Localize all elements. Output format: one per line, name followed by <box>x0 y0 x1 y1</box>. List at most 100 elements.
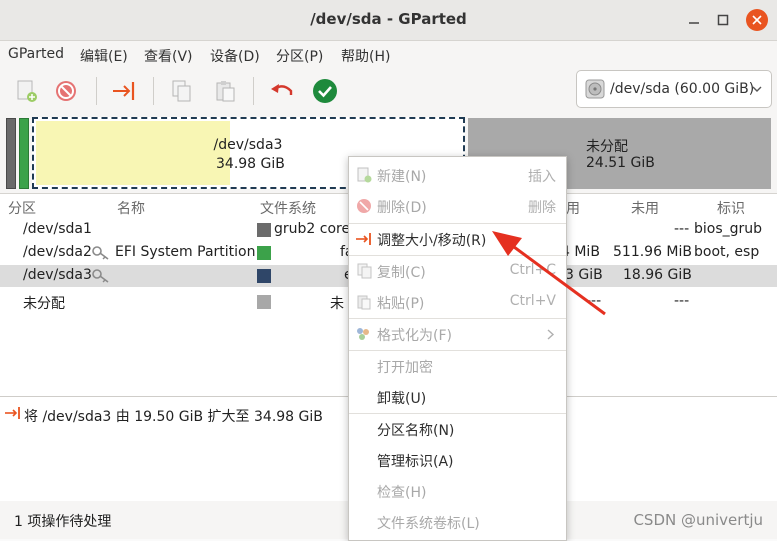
maximize-icon <box>717 14 729 26</box>
cell-partition: /dev/sda3 <box>23 267 92 283</box>
key-icon <box>92 269 109 283</box>
cell-unused: --- <box>674 293 690 309</box>
copy-icon <box>172 80 191 102</box>
new-partition-button[interactable] <box>12 78 40 104</box>
copy-icon <box>357 263 372 279</box>
menu-item-label: 管理标识(A) <box>377 454 454 470</box>
delete-icon <box>56 81 76 101</box>
sda3-name: /dev/sda3 <box>213 137 283 153</box>
menu-partition[interactable]: 分区(P) <box>276 46 323 66</box>
sda3-size: 34.98 GiB <box>216 156 285 172</box>
toolbar-separator <box>153 77 154 105</box>
new-partition-icon <box>357 167 372 183</box>
key-icon <box>92 246 109 260</box>
device-label: /dev/sda (60.00 GiB) <box>610 81 755 97</box>
partition-block-sda1[interactable] <box>6 118 16 189</box>
fs-color-swatch <box>257 246 271 260</box>
menu-bar: GParted 编辑(E) 查看(V) 设备(D) 分区(P) 帮助(H) <box>0 41 777 69</box>
format-icon <box>357 328 369 340</box>
delete-button[interactable] <box>52 78 80 104</box>
close-icon <box>752 15 762 25</box>
menu-item-check[interactable]: 检查(H) <box>349 476 566 506</box>
menu-item-label: 打开加密 <box>377 360 433 376</box>
menu-item-open-encryption[interactable]: 打开加密 <box>349 351 566 381</box>
new-partition-icon <box>17 80 37 102</box>
cell-filesystem: grub2 core. <box>274 221 355 237</box>
menu-item-accelerator: 删除 <box>528 200 556 216</box>
cell-filesystem: 未 <box>330 296 344 312</box>
menu-item-label: 分区名称(N) <box>377 423 455 439</box>
menu-item-label: 新建(N) <box>377 169 427 185</box>
paste-icon <box>216 81 235 102</box>
menu-item-format-as[interactable]: 格式化为(F) <box>349 319 566 349</box>
menu-item-accelerator: 插入 <box>528 169 556 185</box>
paste-button[interactable] <box>211 78 239 104</box>
chevron-right-icon <box>547 329 555 340</box>
menu-item-label: 复制(C) <box>377 265 426 281</box>
menu-item-filesystem-label[interactable]: 文件系统卷标(L) <box>349 507 566 537</box>
unallocated-size: 24.51 GiB <box>586 155 655 171</box>
resize-move-icon <box>113 82 135 100</box>
fs-color-swatch <box>257 269 271 283</box>
cell-flags: boot, esp <box>694 244 760 260</box>
delete-icon <box>357 199 371 213</box>
cell-name: EFI System Partition <box>115 244 256 260</box>
apply-icon <box>313 79 337 103</box>
title-bar: /dev/sda - GParted <box>0 0 777 41</box>
menu-gparted[interactable]: GParted <box>8 46 64 62</box>
apply-button[interactable] <box>311 78 339 104</box>
watermark-text: CSDN @univertju <box>633 511 763 529</box>
paste-icon <box>357 295 371 310</box>
disk-drive-icon <box>585 79 605 99</box>
menu-item-new[interactable]: 新建(N) 插入 <box>349 160 566 190</box>
menu-edit[interactable]: 编辑(E) <box>80 46 128 66</box>
toolbar-separator <box>96 77 97 105</box>
menu-device[interactable]: 设备(D) <box>210 46 260 66</box>
device-selector[interactable]: /dev/sda (60.00 GiB) <box>576 70 772 108</box>
menu-item-label: 文件系统卷标(L) <box>377 516 480 532</box>
column-header-used[interactable]: 用 <box>566 198 580 218</box>
resize-move-icon <box>5 407 20 419</box>
cell-partition: 未分配 <box>23 296 65 312</box>
unallocated-name: 未分配 <box>586 139 628 155</box>
context-menu: 新建(N) 插入 删除(D) 删除 调整大小/移动(R) 复制(C) Ctrl+… <box>348 156 567 541</box>
menu-item-unmount[interactable]: 卸载(U) <box>349 382 566 412</box>
menu-item-label: 格式化为(F) <box>377 328 452 344</box>
fs-color-swatch <box>257 223 271 237</box>
chevron-down-icon <box>752 86 762 92</box>
menu-item-delete[interactable]: 删除(D) 删除 <box>349 191 566 221</box>
menu-item-label: 卸载(U) <box>377 391 427 407</box>
menu-item-label: 检查(H) <box>377 485 427 501</box>
menu-item-partition-name[interactable]: 分区名称(N) <box>349 414 566 444</box>
cell-unused: 18.96 GiB <box>623 267 692 283</box>
cell-unused: 511.96 MiB <box>613 244 693 260</box>
close-button[interactable] <box>746 9 768 31</box>
cell-partition: /dev/sda1 <box>23 221 92 237</box>
column-header-partition[interactable]: 分区 <box>8 198 36 218</box>
column-header-filesystem[interactable]: 文件系统 <box>260 198 316 218</box>
menu-item-label: 粘贴(P) <box>377 296 425 312</box>
operation-item[interactable]: 将 /dev/sda3 由 19.50 GiB 扩大至 34.98 GiB <box>24 406 323 426</box>
menu-view[interactable]: 查看(V) <box>144 46 193 66</box>
cell-flags: bios_grub <box>694 221 763 237</box>
minimize-button[interactable] <box>683 9 705 31</box>
fs-color-swatch <box>257 295 271 309</box>
column-header-flags[interactable]: 标识 <box>717 198 745 218</box>
cell-unused: --- <box>674 221 690 237</box>
used-space-bar <box>36 121 230 185</box>
menu-help[interactable]: 帮助(H) <box>341 46 390 66</box>
column-header-name[interactable]: 名称 <box>117 198 145 218</box>
partition-block-sda2[interactable] <box>19 118 29 189</box>
menu-item-manage-flags[interactable]: 管理标识(A) <box>349 445 566 475</box>
menu-item-label: 调整大小/移动(R) <box>377 233 487 249</box>
maximize-button[interactable] <box>712 9 734 31</box>
status-text: 1 项操作待处理 <box>14 514 112 530</box>
column-header-unused[interactable]: 未用 <box>631 198 659 218</box>
undo-icon <box>271 84 293 95</box>
annotation-arrow <box>492 231 606 316</box>
window-title: /dev/sda - GParted <box>310 10 467 28</box>
undo-button[interactable] <box>268 78 296 104</box>
copy-button[interactable] <box>167 78 195 104</box>
menu-item-label: 删除(D) <box>377 200 427 216</box>
resize-move-button[interactable] <box>110 78 138 104</box>
